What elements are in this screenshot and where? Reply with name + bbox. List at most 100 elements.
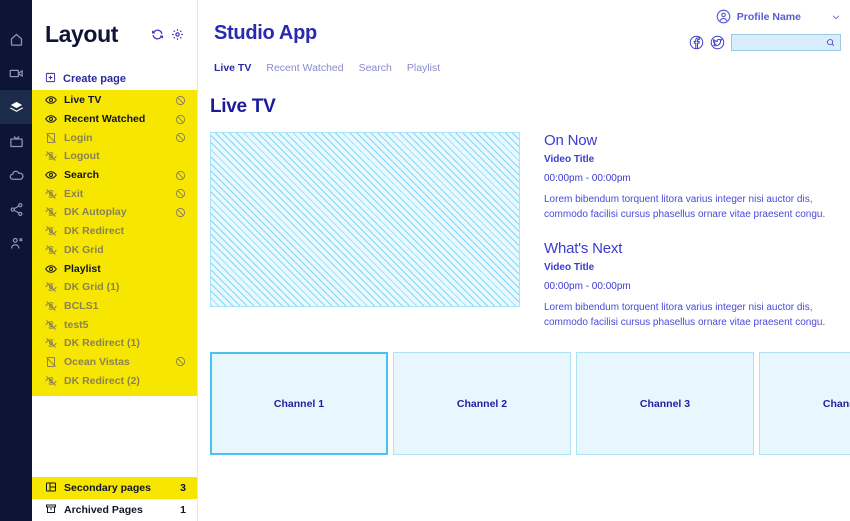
program-info-list: On Now Video Title 00:00pm - 00:00pm Lorem …: [520, 132, 850, 330]
page-list-item-label: DK Redirect: [64, 225, 125, 238]
page-list-item-label: DK Redirect (2): [64, 374, 140, 387]
eye-off-icon[interactable]: [45, 300, 57, 312]
channel-list: Channel 1 Channel 2 Channel 3 Channel 4: [198, 352, 850, 455]
page-list-item[interactable]: Ocean Vistas: [32, 353, 197, 372]
eye-off-icon[interactable]: [45, 375, 57, 387]
page-list-item[interactable]: BCLS1: [32, 297, 197, 316]
eye-icon[interactable]: [45, 94, 57, 106]
content-row: On Now Video Title 00:00pm - 00:00pm Lorem …: [198, 132, 850, 330]
no-access-icon[interactable]: [175, 188, 186, 199]
rail-item-share[interactable]: [0, 192, 32, 226]
page-list-item[interactable]: DK Grid: [32, 241, 197, 260]
page-list-item-label: Login: [64, 131, 93, 144]
rail-item-layers[interactable]: [0, 90, 32, 124]
page-list-item-label: Search: [64, 169, 100, 182]
no-access-icon[interactable]: [175, 132, 186, 143]
page-list-item[interactable]: DK Redirect: [32, 222, 197, 241]
page-list-item[interactable]: Login: [32, 128, 197, 147]
layout-panel-header: Layout: [32, 0, 197, 68]
rail-item-tv[interactable]: [0, 124, 32, 158]
cloud-icon: [9, 168, 24, 183]
eye-icon[interactable]: [45, 113, 57, 125]
icon-rail: [0, 0, 32, 521]
panel-footer: Secondary pages 3 Archived Pages 1: [32, 477, 197, 521]
channel-card-label: Channel 3: [639, 397, 691, 410]
channel-card-label: Channel 2: [456, 397, 508, 410]
eye-off-icon[interactable]: [45, 206, 57, 218]
channel-card[interactable]: Channel 2: [393, 352, 571, 455]
no-access-icon[interactable]: [175, 170, 186, 181]
program-video-title: Video Title: [544, 262, 595, 273]
page-hidden-icon[interactable]: [45, 356, 57, 368]
page-list-item-label: Logout: [64, 150, 100, 163]
page-list-item-label: test5: [64, 318, 89, 331]
tab-search[interactable]: Search: [359, 62, 392, 74]
page-list-item[interactable]: test5: [32, 315, 197, 334]
page-list-item-label: Playlist: [64, 262, 101, 275]
page-list-item-label: Ocean Vistas: [64, 355, 130, 368]
page-list-item-label: Live TV: [64, 94, 102, 107]
page-title: Layout: [45, 20, 118, 47]
create-page-button[interactable]: Create page: [32, 68, 197, 90]
eye-icon[interactable]: [45, 169, 57, 181]
no-access-icon[interactable]: [175, 356, 186, 367]
gear-icon[interactable]: [171, 28, 184, 41]
page-list-item[interactable]: Live TV: [32, 91, 197, 110]
plus-square-icon: [45, 72, 56, 86]
channel-card[interactable]: Channel 3: [576, 352, 754, 455]
layout-panel-header-actions: [151, 28, 184, 41]
eye-off-icon[interactable]: [45, 244, 57, 256]
page-list-item[interactable]: Search: [32, 166, 197, 185]
panel-spacer: [32, 396, 197, 477]
page-list-item[interactable]: Exit: [32, 184, 197, 203]
tab-live-tv[interactable]: Live TV: [214, 62, 251, 74]
no-access-icon[interactable]: [175, 95, 186, 106]
layout-panel: Layout Create page Live TV Recent Watched…: [32, 0, 198, 521]
eye-off-icon[interactable]: [45, 281, 57, 293]
channel-card[interactable]: Channel 1: [210, 352, 388, 455]
page-list-item[interactable]: DK Autoplay: [32, 203, 197, 222]
page-list-item[interactable]: DK Redirect (2): [32, 371, 197, 390]
eye-off-icon[interactable]: [45, 188, 57, 200]
channel-card-label: Channel 1: [273, 397, 325, 410]
rail-item-cloud[interactable]: [0, 158, 32, 192]
program-time: 00:00pm - 00:00pm: [544, 281, 631, 292]
page-list: Live TV Recent Watched Login Logout Search Ex…: [32, 90, 197, 396]
program-time: 00:00pm - 00:00pm: [544, 173, 631, 184]
page-hidden-icon[interactable]: [45, 132, 57, 144]
page-list-item[interactable]: Recent Watched: [32, 110, 197, 129]
eye-off-icon[interactable]: [45, 225, 57, 237]
channel-card-label: Channel 4: [822, 397, 850, 410]
home-icon: [9, 32, 24, 47]
rail-item-video[interactable]: [0, 56, 32, 90]
video-thumbnail-placeholder: [210, 132, 520, 307]
page-list-item-label: DK Grid: [64, 243, 104, 256]
page-list-item-label: DK Autoplay: [64, 206, 127, 219]
eye-off-icon[interactable]: [45, 150, 57, 162]
no-access-icon[interactable]: [175, 114, 186, 125]
rail-item-add-user[interactable]: [0, 226, 32, 260]
tab-recent-watched[interactable]: Recent Watched: [266, 62, 343, 74]
page-list-item[interactable]: Logout: [32, 147, 197, 166]
tab-playlist[interactable]: Playlist: [407, 62, 440, 74]
no-access-icon[interactable]: [175, 207, 186, 218]
page-list-item[interactable]: Playlist: [32, 259, 197, 278]
rail-item-home[interactable]: [0, 22, 32, 56]
program-description: Lorem bibendum torquent litora varius in…: [544, 302, 826, 328]
section-title: Live TV: [210, 96, 276, 117]
panel-footer-item[interactable]: Archived Pages 1: [32, 499, 197, 521]
page-list-item[interactable]: DK Redirect (1): [32, 334, 197, 353]
share-icon: [9, 202, 24, 217]
program-heading: What's Next: [544, 240, 623, 257]
eye-off-icon[interactable]: [45, 337, 57, 349]
program-video-title: Video Title: [544, 154, 595, 165]
eye-off-icon[interactable]: [45, 319, 57, 331]
page-list-item-label: DK Grid (1): [64, 281, 120, 294]
page-list-item[interactable]: DK Grid (1): [32, 278, 197, 297]
eye-icon[interactable]: [45, 263, 57, 275]
app-header: Studio App: [198, 0, 850, 45]
grid-layout-icon: [45, 481, 57, 496]
panel-footer-item[interactable]: Secondary pages 3: [32, 477, 197, 499]
refresh-icon[interactable]: [151, 28, 164, 41]
channel-card[interactable]: Channel 4: [759, 352, 850, 455]
